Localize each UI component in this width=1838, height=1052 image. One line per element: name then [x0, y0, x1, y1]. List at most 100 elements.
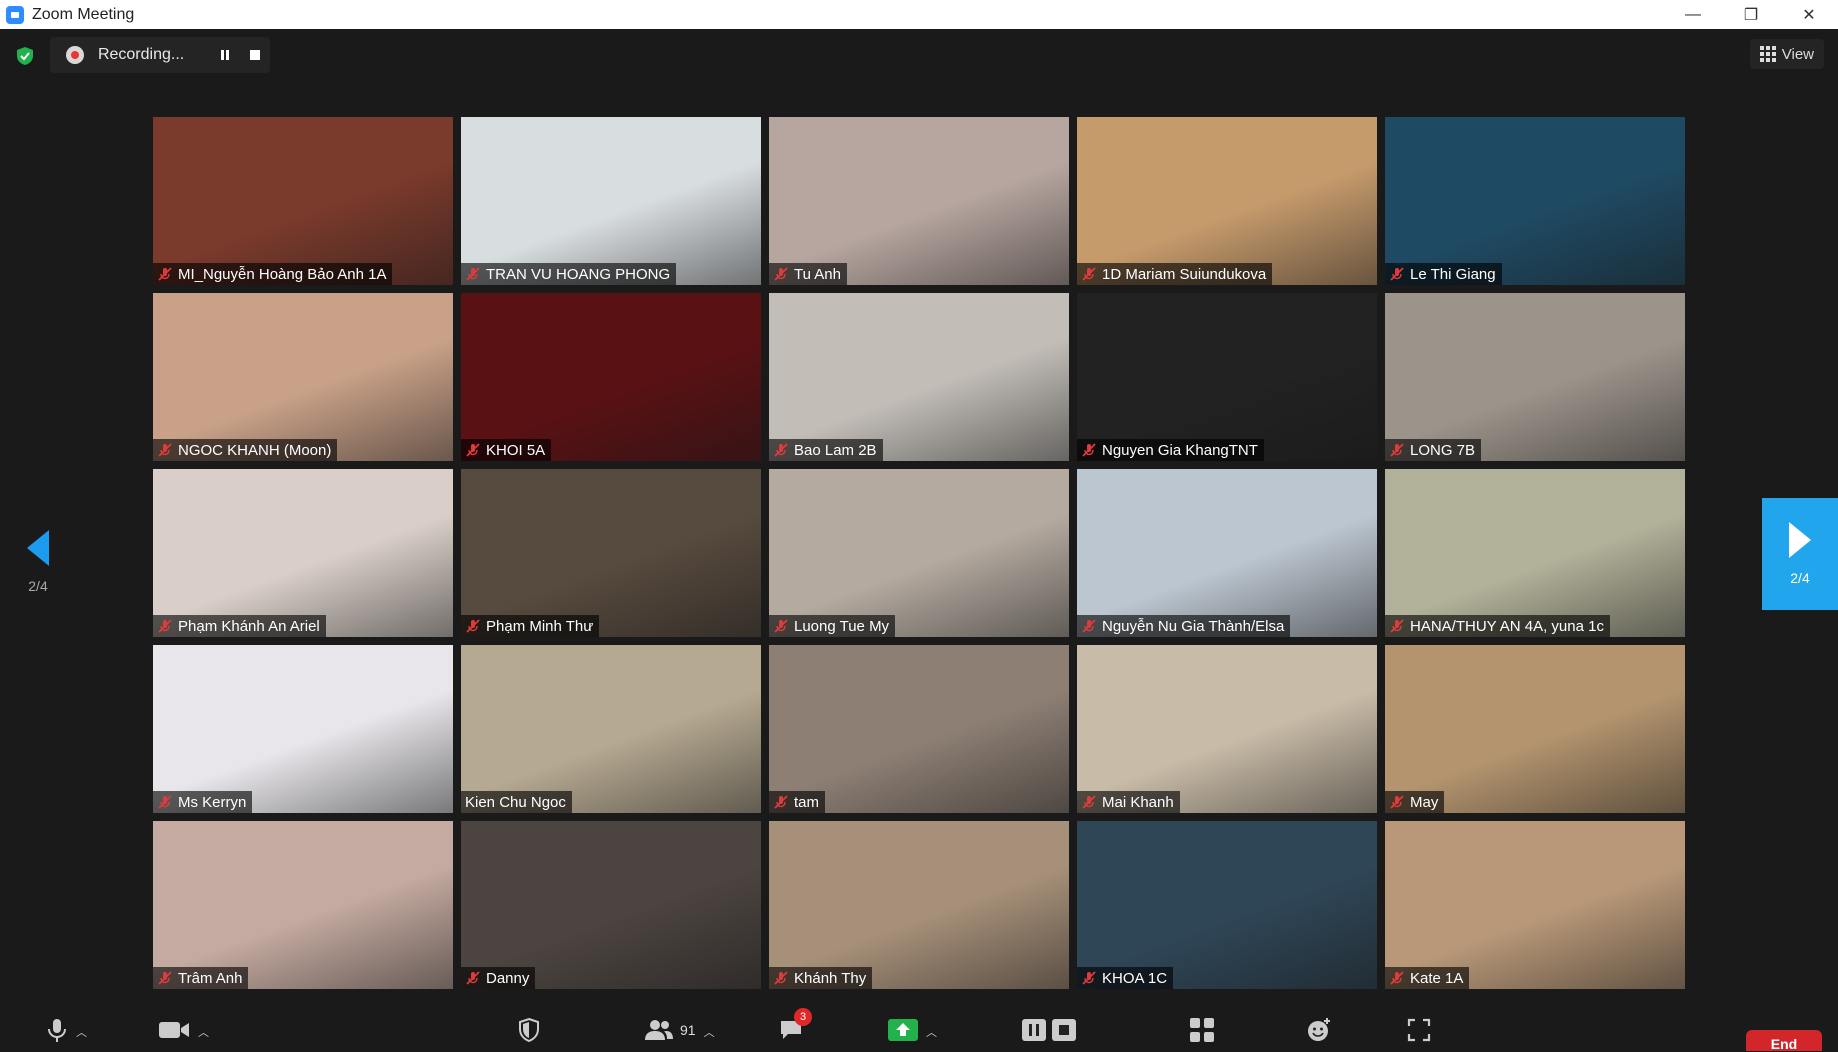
participant-video-tile[interactable]: May	[1385, 645, 1685, 813]
muted-microphone-icon	[1082, 267, 1096, 281]
participant-video-tile[interactable]: Phạm Minh Thư	[461, 469, 761, 637]
mute-button[interactable]: ︿	[46, 1014, 87, 1046]
participant-video-tile[interactable]: NGOC KHANH (Moon)	[153, 293, 453, 461]
participants-button[interactable]: 91 ︿	[644, 1014, 715, 1046]
participant-name-label: KHOI 5A	[461, 439, 552, 461]
participants-count: 91	[680, 1022, 696, 1038]
participant-name: Phạm Minh Thư	[486, 617, 594, 635]
participant-video-tile[interactable]: 1D Mariam Suiundukova	[1077, 117, 1377, 285]
participant-name-label: 1D Mariam Suiundukova	[1077, 263, 1273, 285]
security-button[interactable]	[517, 1014, 541, 1046]
participant-video-feed	[461, 469, 761, 637]
fullscreen-button[interactable]	[1407, 1014, 1431, 1046]
participant-video-tile[interactable]: Kien Chu Ngoc	[461, 645, 761, 813]
stop-recording-button[interactable]	[240, 40, 270, 70]
muted-microphone-icon	[1082, 971, 1096, 985]
participant-video-tile[interactable]: Tu Anh	[769, 117, 1069, 285]
participant-video-tile[interactable]: Luong Tue My	[769, 469, 1069, 637]
audio-options-caret-icon[interactable]: ︿	[76, 1024, 87, 1040]
participant-video-tile[interactable]: Phạm Khánh An Ariel	[153, 469, 453, 637]
reactions-button[interactable]	[1306, 1014, 1332, 1046]
participant-name: 1D Mariam Suiundukova	[1102, 265, 1267, 283]
participant-name-label: Nguyen Gia KhangTNT	[1077, 439, 1264, 461]
chat-button[interactable]: 3	[778, 1008, 812, 1046]
previous-page-button[interactable]: 2/4	[18, 530, 58, 594]
next-page-button[interactable]: 2/4	[1762, 498, 1838, 610]
participant-name: NGOC KHANH (Moon)	[178, 441, 332, 459]
participant-video-feed	[1385, 821, 1685, 989]
view-label: View	[1781, 45, 1814, 63]
pause-icon	[221, 50, 230, 60]
participants-options-caret-icon[interactable]: ︿	[704, 1024, 715, 1040]
minimize-button[interactable]: —	[1664, 0, 1722, 29]
participant-name-label: Danny	[461, 967, 536, 989]
participant-video-tile[interactable]: KHOA 1C	[1077, 821, 1377, 989]
participant-name-label: HANA/THUY AN 4A, yuna 1c	[1385, 615, 1610, 637]
participant-video-tile[interactable]: Ms Kerryn	[153, 645, 453, 813]
recording-indicator: Recording...	[50, 37, 270, 73]
participant-video-tile[interactable]: Mai Khanh	[1077, 645, 1377, 813]
participant-video-feed	[461, 293, 761, 461]
participant-video-feed	[461, 821, 761, 989]
video-button[interactable]: ︿	[158, 1014, 209, 1046]
participant-video-feed	[153, 821, 453, 989]
stop-icon	[250, 50, 261, 60]
end-meeting-button[interactable]: End	[1746, 1030, 1822, 1052]
grid-view-icon	[1759, 46, 1776, 62]
participant-name-label: Phạm Khánh An Ariel	[153, 615, 326, 637]
participant-video-tile[interactable]: Kate 1A	[1385, 821, 1685, 989]
muted-microphone-icon	[774, 971, 788, 985]
security-shield-icon[interactable]	[14, 45, 36, 67]
participant-name-label: Luong Tue My	[769, 615, 896, 637]
window-titlebar: Zoom Meeting — ❐ ✕	[0, 0, 1838, 29]
meeting-toolbar: ︿ ︿ 91 ︿ 3 ︿	[0, 1008, 1838, 1051]
pause-share-button[interactable]	[1021, 1014, 1077, 1046]
participant-video-tile[interactable]: Nguyen Gia KhangTNT	[1077, 293, 1377, 461]
video-options-caret-icon[interactable]: ︿	[198, 1024, 209, 1040]
participant-video-tile[interactable]: Khánh Thy	[769, 821, 1069, 989]
participant-video-feed	[769, 117, 1069, 285]
participant-name-label: tam	[769, 791, 826, 813]
participant-video-feed	[769, 293, 1069, 461]
pause-stop-recording-icon	[1022, 1019, 1076, 1041]
view-button[interactable]: View	[1749, 39, 1824, 69]
close-button[interactable]: ✕	[1780, 0, 1838, 29]
share-options-caret-icon[interactable]: ︿	[926, 1024, 937, 1040]
participant-name: Tu Anh	[794, 265, 841, 283]
participant-video-tile[interactable]: KHOI 5A	[461, 293, 761, 461]
participant-name-label: Le Thi Giang	[1385, 263, 1502, 285]
participant-name-label: Ms Kerryn	[153, 791, 253, 813]
participant-video-tile[interactable]: LONG 7B	[1385, 293, 1685, 461]
muted-microphone-icon	[1082, 619, 1096, 633]
participant-video-tile[interactable]: Trâm Anh	[153, 821, 453, 989]
pause-recording-button[interactable]	[210, 40, 240, 70]
muted-microphone-icon	[774, 267, 788, 281]
muted-microphone-icon	[1390, 443, 1404, 457]
participant-video-tile[interactable]: Nguyễn Nu Gia Thành/Elsa	[1077, 469, 1377, 637]
participant-name-label: TRAN VU HOANG PHONG	[461, 263, 677, 285]
restore-button[interactable]: ❐	[1722, 0, 1780, 29]
participant-video-feed	[769, 821, 1069, 989]
participant-video-tile[interactable]: Bao Lam 2B	[769, 293, 1069, 461]
arrow-left-icon	[27, 530, 49, 566]
share-screen-button[interactable]: ︿	[888, 1014, 937, 1046]
participant-name-label: Khánh Thy	[769, 967, 873, 989]
zoom-app-icon	[6, 5, 24, 24]
participant-video-feed	[769, 469, 1069, 637]
apps-button[interactable]	[1189, 1014, 1215, 1046]
participant-video-tile[interactable]: MI_Nguyễn Hoàng Bảo Anh 1A	[153, 117, 453, 285]
participant-name: Danny	[486, 969, 530, 987]
participant-video-tile[interactable]: tam	[769, 645, 1069, 813]
apps-grid-icon	[1190, 1018, 1214, 1042]
participant-name: Phạm Khánh An Ariel	[178, 617, 320, 635]
participant-video-feed	[153, 117, 453, 285]
participant-video-tile[interactable]: HANA/THUY AN 4A, yuna 1c	[1385, 469, 1685, 637]
participant-video-feed	[153, 469, 453, 637]
participant-name: Kate 1A	[1410, 969, 1464, 987]
participant-video-tile[interactable]: TRAN VU HOANG PHONG	[461, 117, 761, 285]
muted-microphone-icon	[1390, 795, 1404, 809]
participant-name: May	[1410, 793, 1439, 811]
participant-video-tile[interactable]: Danny	[461, 821, 761, 989]
participant-name-label: NGOC KHANH (Moon)	[153, 439, 338, 461]
participant-video-tile[interactable]: Le Thi Giang	[1385, 117, 1685, 285]
